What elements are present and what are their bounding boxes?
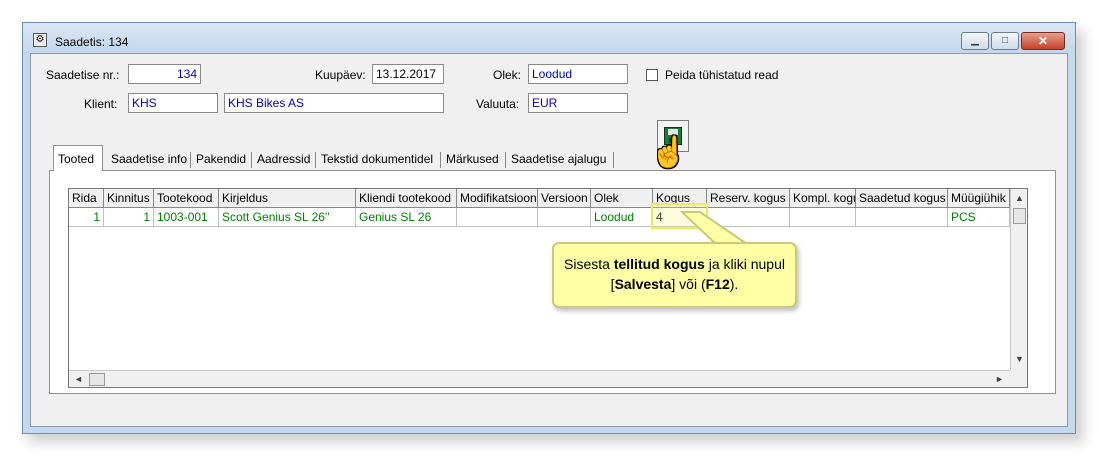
horizontal-scrollbar[interactable]: ◄ ► bbox=[69, 370, 1010, 387]
cell-olek[interactable]: Loodud bbox=[591, 208, 653, 227]
cell-saadetud-kogus[interactable] bbox=[856, 208, 948, 227]
maximize-icon: □ bbox=[1001, 35, 1009, 46]
client-label: Klient: bbox=[84, 97, 118, 111]
tab-pakendid[interactable]: Pakendid bbox=[192, 148, 250, 170]
hide-deleted-checkbox[interactable] bbox=[646, 69, 658, 81]
currency-label: Valuuta: bbox=[476, 97, 520, 111]
tab-aadressid[interactable]: Aadressid bbox=[253, 148, 314, 170]
status-field[interactable]: Loodud bbox=[528, 64, 628, 84]
callout-text-4: ). bbox=[729, 276, 739, 292]
shipment-window: ⚙ Saadetis: 134 ▁ □ ✕ Saadetise nr.: 134… bbox=[22, 22, 1076, 434]
shipment-no-field[interactable]: 134 bbox=[128, 64, 201, 84]
col-header-olek[interactable]: Olek bbox=[591, 189, 653, 208]
instruction-callout: Sisesta tellitud kogus ja kliki nupul [S… bbox=[552, 242, 797, 308]
vertical-scrollbar[interactable]: ▲ ▼ bbox=[1010, 189, 1027, 370]
col-header-kompl-kogus[interactable]: Kompl. kogus bbox=[790, 189, 856, 208]
callout-bold-3: F12 bbox=[705, 276, 730, 292]
title-bar[interactable]: ⚙ Saadetis: 134 ▁ □ ✕ bbox=[23, 23, 1075, 53]
client-code-field[interactable]: KHS bbox=[128, 93, 218, 113]
hand-pointer-icon: ☝ bbox=[650, 136, 688, 169]
window-title: Saadetis: 134 bbox=[55, 35, 129, 49]
shipment-no-label: Saadetise nr.: bbox=[46, 68, 120, 82]
status-label: Olek: bbox=[493, 68, 522, 82]
col-header-saadetud-kogus[interactable]: Saadetud kogus bbox=[856, 189, 948, 208]
cell-kirjeldus[interactable]: Scott Genius SL 26'' bbox=[219, 208, 356, 227]
date-label: Kuupäev: bbox=[315, 68, 366, 82]
col-header-versioon[interactable]: Versioon bbox=[538, 189, 591, 208]
window-app-icon[interactable]: ⚙ bbox=[33, 33, 47, 47]
minimize-button[interactable]: ▁ bbox=[961, 32, 989, 50]
col-header-rida[interactable]: Rida bbox=[69, 189, 104, 208]
callout-text-1: Sisesta bbox=[564, 256, 614, 272]
col-header-kinnitus[interactable]: Kinnitus bbox=[104, 189, 154, 208]
hide-deleted-label: Peida tühistatud read bbox=[665, 68, 779, 82]
window-client-area: Saadetise nr.: 134 Kuupäev: 13.12.2017 O… bbox=[30, 53, 1068, 427]
col-header-kirjeldus[interactable]: Kirjeldus bbox=[219, 189, 356, 208]
cell-modifikatsioon[interactable] bbox=[457, 208, 538, 227]
client-name-field[interactable]: KHS Bikes AS bbox=[224, 93, 444, 113]
close-button[interactable]: ✕ bbox=[1021, 32, 1065, 50]
scroll-right-icon[interactable]: ► bbox=[995, 374, 1004, 384]
close-icon: ✕ bbox=[1037, 34, 1049, 48]
cell-rida[interactable]: 1 bbox=[69, 208, 104, 227]
scroll-down-icon[interactable]: ▼ bbox=[1015, 354, 1024, 364]
tab-saadetise-info[interactable]: Saadetise info bbox=[107, 148, 191, 170]
callout-text-3: ] või ( bbox=[671, 276, 706, 292]
col-header-kliendi-tootekood[interactable]: Kliendi tootekood bbox=[356, 189, 457, 208]
scrollbar-corner bbox=[1010, 370, 1027, 387]
tab-tekstid-dokumentidel[interactable]: Tekstid dokumentidel bbox=[317, 148, 437, 170]
tab-saadetise-ajalugu[interactable]: Saadetise ajalugu bbox=[507, 148, 610, 170]
scroll-left-icon[interactable]: ◄ bbox=[74, 374, 83, 384]
cell-kompl-kogus[interactable] bbox=[790, 208, 856, 227]
callout-bold-1: tellitud kogus bbox=[613, 256, 705, 272]
col-header-modifikatsioon[interactable]: Modifikatsioon bbox=[457, 189, 538, 208]
cell-kliendi-tootekood[interactable]: Genius SL 26 bbox=[356, 208, 457, 227]
products-grid[interactable]: Rida Kinnitus Tootekood Kirjeldus Kliend… bbox=[68, 188, 1028, 388]
cell-kinnitus[interactable]: 1 bbox=[104, 208, 154, 227]
scroll-up-icon[interactable]: ▲ bbox=[1015, 193, 1024, 203]
maximize-button[interactable]: □ bbox=[991, 32, 1019, 50]
cell-tootekood[interactable]: 1003-001 bbox=[154, 208, 219, 227]
col-header-reserv-kogus[interactable]: Reserv. kogus bbox=[707, 189, 790, 208]
cell-myygiyhik[interactable]: PCS bbox=[948, 208, 1010, 227]
horizontal-scroll-thumb[interactable] bbox=[89, 373, 105, 386]
date-field[interactable]: 13.12.2017 bbox=[372, 64, 444, 84]
vertical-scroll-thumb[interactable] bbox=[1013, 208, 1026, 224]
col-header-tootekood[interactable]: Tootekood bbox=[154, 189, 219, 208]
tab-tooted[interactable]: Tooted bbox=[53, 145, 103, 171]
minimize-icon: ▁ bbox=[971, 35, 979, 46]
col-header-myygiyhik[interactable]: Müügiühik bbox=[948, 189, 1010, 208]
cell-versioon[interactable] bbox=[538, 208, 591, 227]
tab-markused[interactable]: Märkused bbox=[442, 148, 503, 170]
callout-bold-2: Salvesta bbox=[614, 276, 672, 292]
currency-field[interactable]: EUR bbox=[528, 93, 628, 113]
